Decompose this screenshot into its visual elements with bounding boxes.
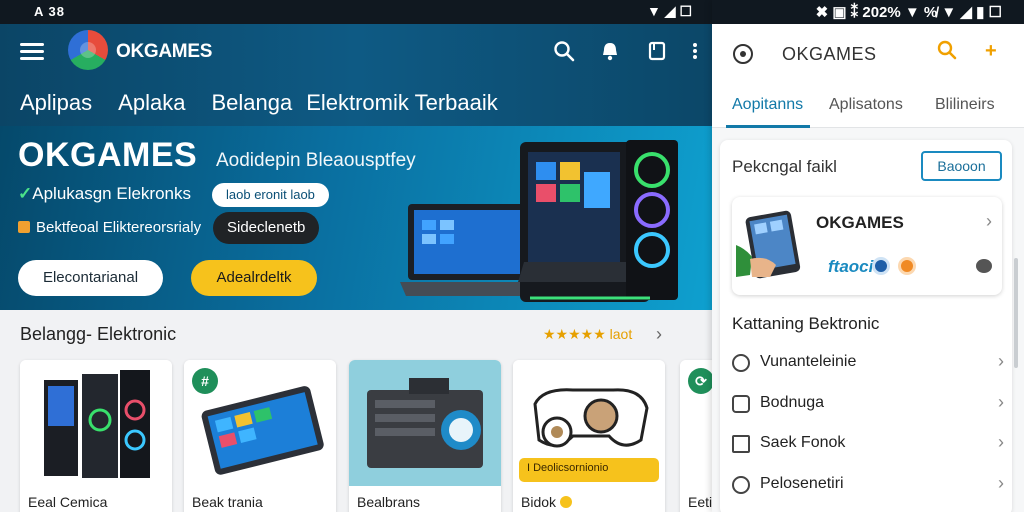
category-label: Pelosenetiri [760, 475, 844, 492]
product-caption-label: Bidok [521, 494, 557, 510]
brand-name: OKGAMES [116, 41, 213, 62]
chevron-right-icon: › [998, 473, 1004, 493]
screen: A 38 ▼ ◢ ☐ OKGAMES Aplipas Aplaka Belang… [0, 0, 1024, 512]
image-icon [732, 395, 750, 413]
hero-title: OKGAMES [18, 136, 198, 174]
shelf-heading: Belangg- Elektronic [20, 324, 177, 344]
main-app: A 38 ▼ ◢ ☐ OKGAMES Aplipas Aplaka Belang… [0, 0, 712, 512]
game-title: OKGAMES [816, 213, 904, 232]
product-image-console [349, 360, 501, 486]
product-caption: Beak trania [192, 494, 263, 510]
product-tag: I Deolicsornionio [527, 462, 609, 474]
panel-header: OKGAMES + [712, 24, 1024, 84]
active-tab-indicator [726, 125, 810, 128]
hero-secondary-button[interactable]: Adealrdeltk [191, 260, 317, 296]
hero-banner: OKGAMES Aodidepin Bleaousptfey ✓Aplukasg… [0, 126, 712, 310]
hero-subtitle: Aodidepin Bleaousptfey [216, 150, 416, 171]
category-row[interactable]: Pelosenetiri › [732, 470, 1012, 506]
blue-badge-icon [872, 257, 890, 275]
game-thumbnail-hand-tablet [736, 210, 801, 279]
chevron-right-icon: › [998, 392, 1004, 412]
product-card[interactable]: ⟳ Eeti [680, 360, 712, 512]
nav-item-aplaka[interactable]: Aplaka [118, 90, 185, 116]
hero-feature-1-label: Aplukasgn Elekronks [32, 184, 192, 203]
chevron-right-icon[interactable]: › [656, 324, 662, 345]
store-icon [732, 435, 750, 453]
box-icon [18, 221, 30, 233]
chevron-right-icon[interactable]: › [986, 211, 992, 232]
status-bar-left: A 38 ▼ ◢ ☐ [0, 0, 712, 24]
category-heading: Kattaning Bektronic [732, 314, 880, 333]
product-caption: Bealbrans [357, 494, 421, 510]
nav-item-belanga[interactable]: Belanga [211, 90, 292, 116]
coin-icon [559, 496, 572, 508]
scrollbar[interactable] [1014, 258, 1018, 368]
gamepad-icon [732, 354, 750, 372]
status-right-text: ✖ ▣ ⁑ 202% ▼ %̸ ▼ ◢ ▮ ☐ [815, 4, 1002, 21]
tab-aopitanns[interactable]: Aopitanns [732, 96, 803, 114]
hero-dark-pill[interactable]: Sideclenetb [213, 212, 320, 244]
product-caption: Eeal Cemica [28, 494, 108, 510]
app-bar: OKGAMES Aplipas Aplaka Belanga Elektromi… [0, 24, 712, 126]
product-caption: Bidok [521, 494, 572, 510]
okgames-logo-icon [68, 30, 108, 70]
check-icon: ✓ [18, 184, 33, 203]
status-bar-right: ✖ ▣ ⁑ 202% ▼ %̸ ▼ ◢ ▮ ☐ [712, 0, 1024, 24]
product-image-pc-towers [20, 360, 172, 486]
sync-badge-icon: ⟳ [688, 368, 712, 394]
bookmark-icon[interactable] [646, 40, 668, 62]
side-panel: ✖ ▣ ⁑ 202% ▼ %̸ ▼ ◢ ▮ ☐ OKGAMES + Aopita… [712, 0, 1024, 512]
game-card[interactable]: OKGAMES › ftaoci [732, 197, 1002, 295]
category-label: Vunanteleinie [760, 353, 857, 370]
orange-badge-icon [898, 257, 916, 275]
product-card[interactable]: Eeal Cemica [20, 360, 172, 512]
panel-title: OKGAMES [782, 44, 877, 64]
product-card[interactable]: I Deolicsornionio Bidok [513, 360, 665, 512]
hero-primary-button[interactable]: Elecontarianal [18, 260, 163, 296]
chevron-right-icon: › [998, 432, 1004, 452]
category-row[interactable]: Bodnuga › [732, 389, 1012, 425]
add-icon[interactable]: + [985, 40, 997, 63]
status-right-icons: ▼ ◢ ☐ [647, 3, 692, 19]
category-label: Bodnuga [760, 394, 825, 411]
top-nav: Aplipas Aplaka Belanga Elektromik Terbaa… [20, 90, 498, 116]
search-icon[interactable] [937, 40, 957, 60]
tab-aplisatons[interactable]: Aplisatons [829, 96, 903, 114]
search-icon[interactable] [553, 40, 575, 62]
laptop-pc-illustration [400, 140, 678, 302]
section-button[interactable]: Baooon [921, 151, 1002, 181]
hero-feature-2-label: Bektfeoal Eliktereorsrialy [36, 219, 202, 236]
product-caption: Eeti [688, 494, 712, 510]
clock-icon [732, 476, 750, 494]
product-card[interactable]: # Beak trania [184, 360, 336, 512]
nav-item-elektromik[interactable]: Elektromik Terbaaik [306, 90, 498, 116]
game-meta: ftaoci [828, 257, 874, 276]
shelf-rating: ★★★★★ laot [543, 326, 633, 342]
hero-feature-2: Bektfeoal Eliktereorsrialy [18, 219, 201, 236]
category-row[interactable]: Vunanteleinie › [732, 348, 1012, 384]
panel-tabs: Aopitanns Aplisatons Blilineirs [712, 84, 1024, 128]
notifications-icon[interactable] [599, 40, 621, 62]
nav-item-aplipas[interactable]: Aplipas [20, 90, 92, 116]
chat-icon[interactable] [976, 259, 992, 273]
tab-blilineirs[interactable]: Blilineirs [935, 96, 995, 114]
more-icon[interactable] [690, 40, 700, 62]
hash-badge-icon: # [192, 368, 218, 394]
menu-icon[interactable] [20, 43, 44, 61]
hero-feature-1: ✓Aplukasgn Elekronks [18, 184, 191, 204]
product-card[interactable]: Bealbrans [349, 360, 501, 512]
category-label: Saek Fonok [760, 434, 846, 451]
chevron-right-icon: › [998, 351, 1004, 371]
record-icon[interactable] [733, 44, 753, 64]
category-row[interactable]: Saek Fonok › [732, 429, 1012, 465]
section-title: Pekcngal faikl [732, 157, 837, 176]
hero-tag-pill[interactable]: laob eronit laob [212, 183, 329, 207]
status-left-text: A 38 [34, 4, 65, 19]
